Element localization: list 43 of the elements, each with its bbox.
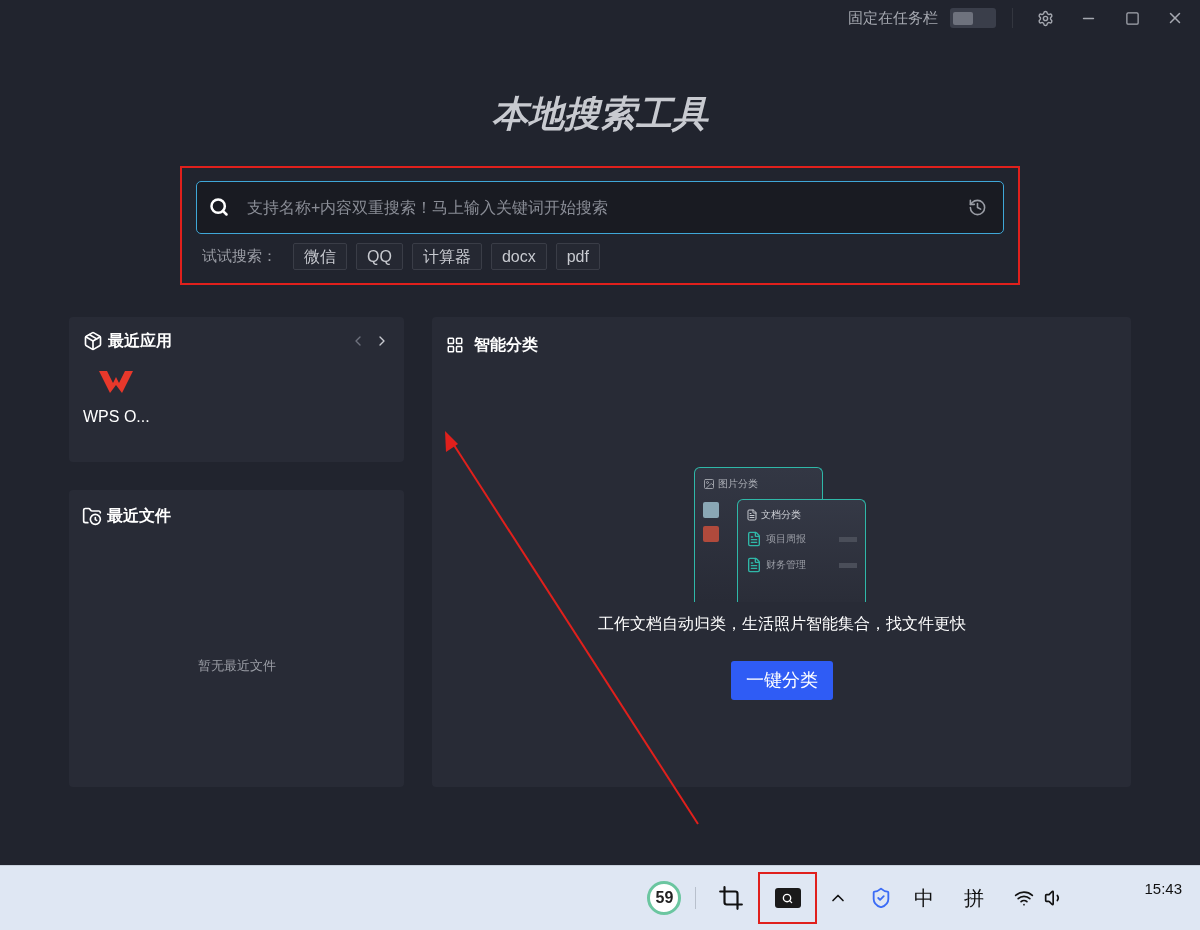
placeholder-bar	[839, 562, 857, 568]
placeholder-bar	[839, 536, 857, 542]
search-icon	[209, 197, 229, 217]
app-logo-icon	[98, 369, 135, 395]
wifi-icon[interactable]	[1014, 888, 1035, 908]
document-icon	[746, 531, 762, 547]
suggestion-chip[interactable]: QQ	[356, 243, 403, 270]
pin-label: 固定在任务栏	[848, 7, 938, 28]
settings-icon[interactable]	[1037, 9, 1054, 27]
image-icon	[703, 478, 715, 490]
gauge-widget[interactable]: 59	[647, 881, 682, 915]
grid-icon	[446, 336, 464, 354]
app-title: 本地搜索工具	[492, 92, 708, 136]
photo-thumbnail-icon	[703, 526, 719, 542]
card-title: 最近文件	[107, 506, 171, 526]
description-text: 工作文档自动归类，生活照片智能集合，找文件更快	[597, 614, 966, 634]
ime-mode[interactable]: 中	[914, 883, 935, 913]
ime-label[interactable]: 拼	[964, 883, 985, 913]
suggestion-chip[interactable]: docx	[490, 243, 547, 270]
suggestions-label: 试试搜索：	[202, 246, 277, 267]
mini-card-title: 图片分类	[718, 478, 758, 490]
crop-icon[interactable]	[718, 885, 745, 911]
card-title: 最近应用	[108, 331, 172, 351]
history-icon[interactable]	[968, 198, 987, 217]
search-folder-icon[interactable]	[774, 888, 801, 908]
suggestion-chip[interactable]: 计算器	[411, 243, 482, 270]
document-label: 项目周报	[766, 533, 806, 545]
photo-thumbnail-icon	[703, 502, 719, 518]
mini-card-title: 文档分类	[761, 509, 801, 521]
folder-clock-icon	[82, 506, 102, 526]
suggestion-chip[interactable]: pdf	[555, 243, 600, 270]
card-title: 智能分类	[474, 335, 538, 355]
empty-text: 暂无最近文件	[197, 657, 276, 675]
search-field[interactable]: 支持名称+内容双重搜索！马上输入关键词开始搜索	[196, 181, 1004, 234]
document-icon	[746, 509, 758, 521]
clock-time[interactable]: 15:43	[1144, 878, 1182, 901]
document-label: 财务管理	[766, 559, 806, 571]
app-name[interactable]: WPS O...	[83, 405, 150, 429]
maximize-icon[interactable]	[1125, 10, 1140, 26]
suggestion-chip[interactable]: 微信	[293, 243, 347, 270]
document-icon	[746, 557, 762, 573]
categorize-button[interactable]: 一键分类	[730, 661, 833, 700]
pin-toggle[interactable]	[950, 8, 996, 28]
